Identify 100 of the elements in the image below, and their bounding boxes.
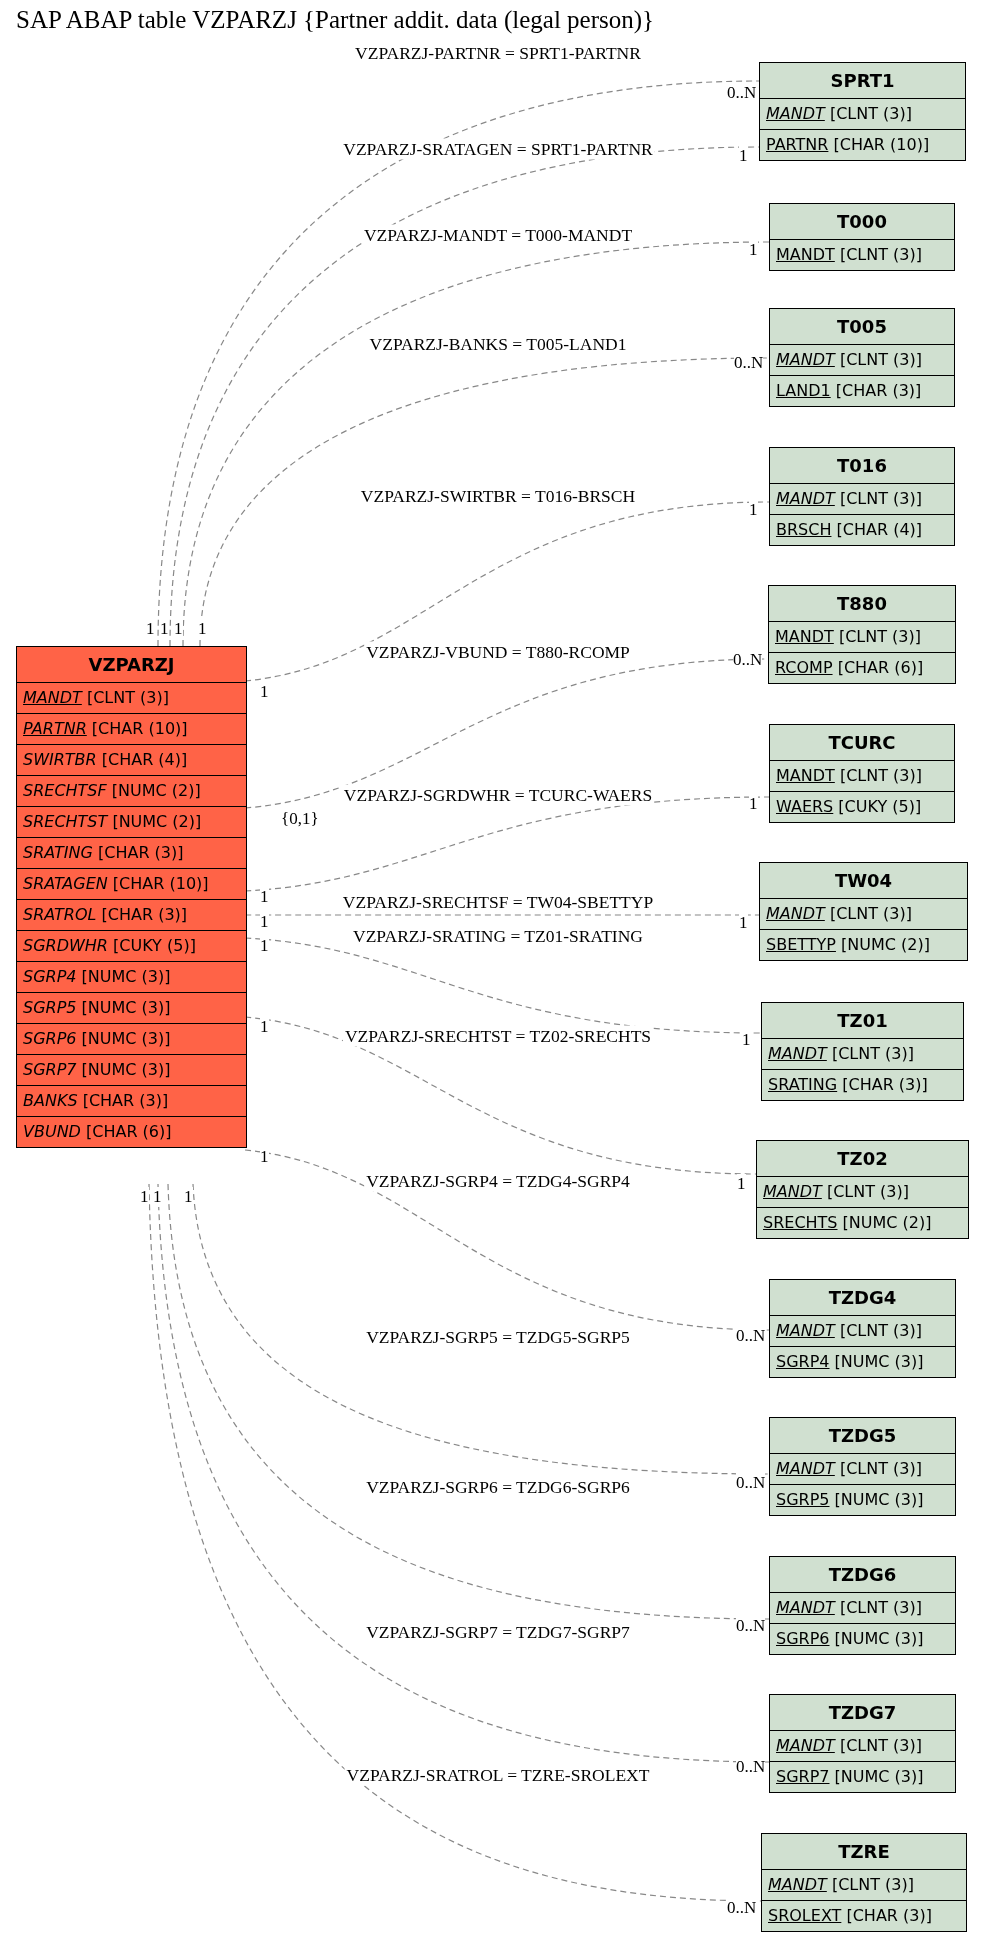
- field-name: PARTNR: [23, 719, 87, 738]
- field-type: [CLNT (3)]: [838, 1321, 922, 1340]
- field-name: SGRP7: [776, 1767, 830, 1786]
- field-type: [CLNT (3)]: [85, 688, 169, 707]
- table-name: TZ01: [836, 1009, 889, 1033]
- field-name: WAERS: [776, 797, 834, 816]
- field-type: [CHAR (3)]: [81, 1091, 169, 1110]
- cardinality: 1: [140, 1187, 149, 1207]
- table-name: T005: [836, 315, 888, 339]
- field-name: MANDT: [776, 350, 835, 369]
- field-name: SRATAGEN: [23, 874, 108, 893]
- field-type: [NUMC (2)]: [111, 812, 202, 831]
- field-type: [CHAR (3)]: [100, 905, 188, 924]
- field-name: MANDT: [768, 1044, 827, 1063]
- field-type: [CLNT (3)]: [838, 1736, 922, 1755]
- table-name: T016: [836, 454, 888, 478]
- field-type: [CLNT (3)]: [838, 489, 922, 508]
- field-name: SGRP6: [23, 1029, 77, 1048]
- cardinality: 1: [198, 619, 207, 639]
- field-name: BRSCH: [776, 520, 832, 539]
- field-name: MANDT: [768, 1875, 827, 1894]
- field-name: MANDT: [776, 1598, 835, 1617]
- field-type: [CHAR (3)]: [834, 381, 922, 400]
- field-name: SRECHTST: [23, 812, 108, 831]
- table-name: TW04: [833, 869, 894, 893]
- field-type: [NUMC (2)]: [841, 1213, 932, 1232]
- field-name: MANDT: [776, 1321, 835, 1340]
- field-type: [NUMC (2)]: [110, 781, 201, 800]
- cardinality: 1: [174, 619, 183, 639]
- field-name: MANDT: [776, 766, 835, 785]
- field-type: [NUMC (3)]: [80, 1060, 171, 1079]
- field-name: MANDT: [766, 904, 825, 923]
- field-name: VBUND: [23, 1122, 81, 1141]
- cardinality: {0,1}: [281, 809, 319, 829]
- field-name: LAND1: [776, 381, 831, 400]
- field-type: [NUMC (3)]: [80, 1029, 171, 1048]
- field-name: SGRDWHR: [23, 936, 108, 955]
- field-name: MANDT: [776, 1736, 835, 1755]
- table-name: SPRT1: [829, 69, 896, 93]
- field-type: [CLNT (3)]: [825, 1182, 909, 1201]
- field-type: [CHAR (4)]: [100, 750, 188, 769]
- table-name: TZDG7: [827, 1701, 898, 1725]
- field-name: BANKS: [23, 1091, 78, 1110]
- field-name: SRECHTSF: [23, 781, 107, 800]
- field-name: MANDT: [776, 1459, 835, 1478]
- field-type: [CHAR (3)]: [97, 843, 184, 862]
- field-name: MANDT: [776, 489, 835, 508]
- field-name: MANDT: [775, 627, 834, 646]
- field-type: [NUMC (3)]: [833, 1352, 924, 1371]
- field-type: [CHAR (10)]: [832, 135, 930, 154]
- field-type: [CLNT (3)]: [838, 1459, 922, 1478]
- field-name: MANDT: [763, 1182, 822, 1201]
- field-type: [CHAR (4)]: [835, 520, 923, 539]
- table-name: T880: [836, 592, 888, 616]
- field-name: SGRP7: [23, 1060, 77, 1079]
- field-type: [NUMC (3)]: [833, 1767, 924, 1786]
- field-type: [CHAR (3)]: [841, 1075, 928, 1094]
- field-type: [CLNT (3)]: [828, 104, 912, 123]
- cardinality: 1: [153, 1187, 162, 1207]
- field-type: [CHAR (6)]: [836, 658, 924, 677]
- field-type: [NUMC (3)]: [833, 1490, 924, 1509]
- field-name: MANDT: [776, 245, 835, 264]
- field-name: SGRP5: [776, 1490, 830, 1509]
- table-name: TZDG5: [827, 1424, 898, 1448]
- table-name: TZ02: [836, 1147, 889, 1171]
- field-type: [CUKY (5)]: [112, 936, 196, 955]
- relationship-label: VZPARZJ-SRATAGEN = SPRT1-PARTNR: [341, 138, 655, 160]
- field-type: [CHAR (3)]: [845, 1906, 932, 1925]
- diagram-title: SAP ABAP table VZPARZJ {Partner addit. data (legal person)}: [16, 6, 655, 34]
- field-name: SBETTYP: [766, 935, 836, 954]
- field-type: [CLNT (3)]: [830, 1044, 914, 1063]
- field-name: SROLEXT: [768, 1906, 842, 1925]
- field-type: [CUKY (5)]: [837, 797, 922, 816]
- field-name: SRECHTS: [763, 1213, 838, 1232]
- field-type: [CLNT (3)]: [838, 766, 922, 785]
- field-name: MANDT: [23, 688, 82, 707]
- field-type: [CLNT (3)]: [830, 1875, 914, 1894]
- field-name: SRATROL: [23, 905, 97, 924]
- field-type: [CHAR (10)]: [111, 874, 209, 893]
- field-type: [CLNT (3)]: [838, 1598, 922, 1617]
- table-name: T000: [836, 210, 888, 234]
- field-name: PARTNR: [766, 135, 829, 154]
- field-name: SGRP4: [23, 967, 77, 986]
- field-type: [CHAR (6)]: [85, 1122, 172, 1141]
- field-name: SGRP6: [776, 1629, 830, 1648]
- field-type: [NUMC (3)]: [80, 998, 171, 1017]
- table-name: TCURC: [827, 731, 897, 755]
- field-type: [CLNT (3)]: [838, 245, 922, 264]
- field-type: [CLNT (3)]: [837, 627, 921, 646]
- field-type: [NUMC (3)]: [833, 1629, 924, 1648]
- field-name: MANDT: [766, 104, 825, 123]
- field-name: SGRP4: [776, 1352, 830, 1371]
- field-type: [NUMC (3)]: [80, 967, 171, 986]
- field-name: RCOMP: [775, 658, 833, 677]
- field-type: [CLNT (3)]: [838, 350, 922, 369]
- table-name: TZRE: [837, 1840, 891, 1864]
- field-type: [CHAR (10)]: [90, 719, 188, 738]
- table-name: VZPARZJ: [87, 653, 176, 677]
- field-type: [CLNT (3)]: [828, 904, 912, 923]
- field-name: SRATING: [23, 843, 93, 862]
